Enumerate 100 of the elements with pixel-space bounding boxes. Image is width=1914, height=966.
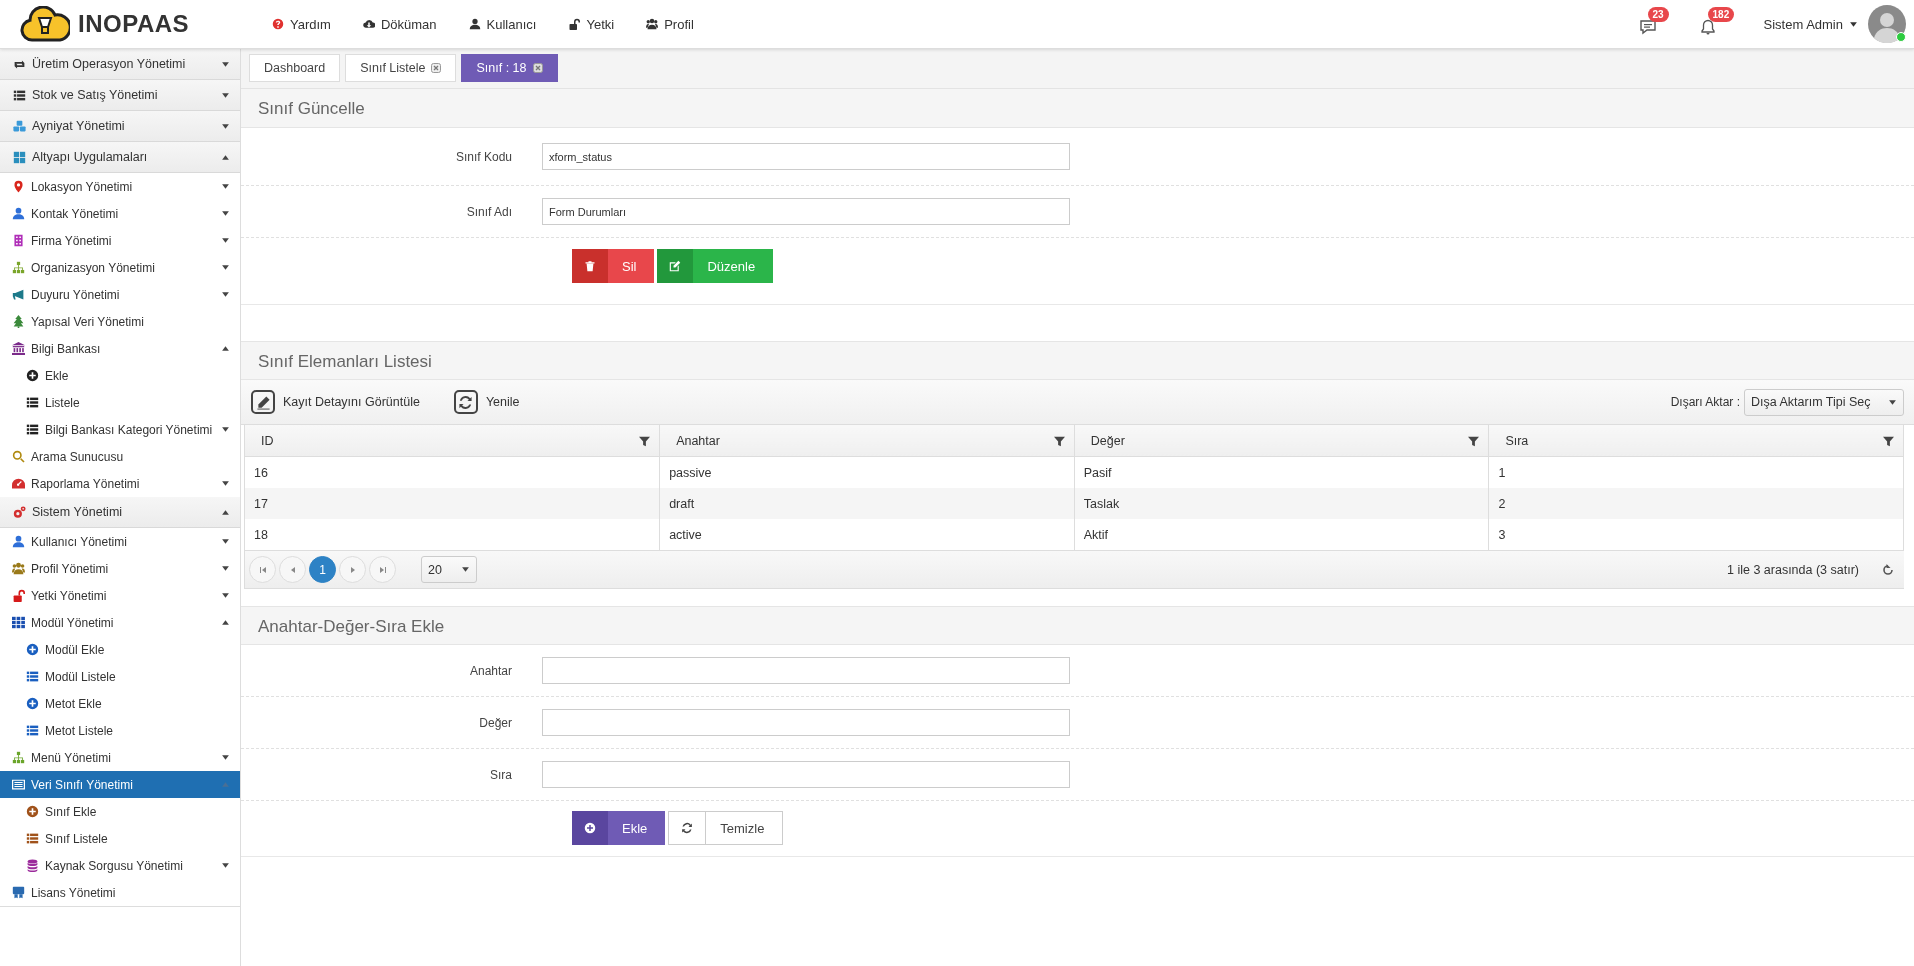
page-button[interactable]: 1 (309, 556, 336, 583)
sidebar-item[interactable]: Metot Listele (0, 717, 240, 744)
clear-button[interactable]: Temizle (668, 811, 784, 845)
input-field[interactable]: Form Durumları (542, 198, 1070, 225)
bank-icon (12, 342, 25, 355)
export-select[interactable]: Dışa Aktarım Tipi Seç (1744, 388, 1904, 416)
page-size-select[interactable]: 20 (421, 556, 477, 583)
sidebar-item[interactable]: Lokasyon Yönetimi (0, 173, 240, 200)
map-pin-icon (12, 180, 25, 193)
sidebar-item[interactable]: Lisans Yönetimi (0, 879, 240, 907)
logo-icon (20, 6, 70, 42)
table-cell: draft (659, 488, 1075, 519)
column-header[interactable]: Değer (1074, 425, 1489, 457)
help-icon (272, 18, 284, 30)
triangle-right-icon (348, 565, 357, 574)
field-label: Değer (478, 715, 513, 730)
sidebar-item[interactable]: Bilgi Bankası Kategori Yönetimi (0, 416, 240, 443)
list-icon (26, 423, 39, 436)
list-icon (26, 724, 39, 737)
tab[interactable]: Sınıf Listele (345, 54, 457, 82)
filter-icon[interactable] (1053, 435, 1065, 447)
sidebar-item[interactable]: Sistem Yönetimi (0, 497, 240, 528)
filter-icon[interactable] (1468, 435, 1480, 447)
users-icon (646, 18, 659, 30)
user-menu[interactable]: Sistem Admin (1763, 16, 1858, 32)
sidebar-item[interactable]: Kontak Yönetimi (0, 200, 240, 227)
close-icon[interactable] (532, 63, 543, 73)
sidebar-item[interactable]: Bilgi Bankası (0, 335, 240, 362)
filter-icon[interactable] (639, 435, 651, 447)
database-icon (26, 859, 39, 872)
sidebar-item[interactable]: Kullanıcı Yönetimi (0, 528, 240, 555)
list-icon (26, 832, 39, 845)
sitemap-icon (12, 261, 25, 274)
caret-down-icon (461, 565, 470, 574)
input-field[interactable]: xform_status (542, 143, 1070, 170)
nav-link[interactable]: Kullanıcı (468, 16, 537, 32)
tree-icon (12, 315, 25, 328)
sidebar-item[interactable]: Altyapı Uygulamaları (0, 142, 240, 173)
column-header[interactable]: ID (245, 425, 660, 457)
chat-icon (1639, 19, 1656, 35)
skip-back-icon (258, 565, 267, 574)
add-button[interactable]: Ekle (572, 811, 666, 845)
sidebar-item[interactable]: Veri Sınıfı Yönetimi (0, 771, 240, 798)
refresh-icon[interactable] (1882, 563, 1894, 576)
sidebar-item[interactable]: Kaynak Sorgusu Yönetimi (0, 852, 240, 879)
column-header[interactable]: Sıra (1488, 425, 1904, 457)
refresh-icon (681, 822, 694, 834)
sidebar-item[interactable]: Yetki Yönetimi (0, 582, 240, 609)
sidebar-item[interactable]: Modül Yönetimi (0, 609, 240, 636)
first-page-button[interactable] (249, 556, 276, 583)
last-page-button[interactable] (369, 556, 396, 583)
tab[interactable]: Dashboard (249, 54, 341, 82)
grid-icon (12, 616, 25, 629)
sidebar-item[interactable]: Firma Yönetimi (0, 227, 240, 254)
refresh-button[interactable]: Yenile (453, 390, 520, 414)
sidebar-item[interactable]: Sınıf Listele (0, 825, 240, 852)
view-details-button[interactable]: Kayıt Detayını Görüntüle (251, 390, 420, 414)
sidebar-item[interactable]: Organizasyon Yönetimi (0, 254, 240, 281)
megaphone-icon (12, 288, 25, 301)
sidebar-item[interactable]: Duyuru Yönetimi (0, 281, 240, 308)
tab[interactable]: Sınıf : 18 (461, 54, 558, 82)
sidebar-item[interactable]: Modül Listele (0, 663, 240, 690)
brand-name: INOPAAS (78, 10, 190, 38)
user-icon (12, 535, 25, 548)
nav-link[interactable]: Yetki (568, 16, 615, 32)
sidebar-item[interactable]: Ayniyat Yönetimi (0, 111, 240, 142)
sidebar-item[interactable]: Listele (0, 389, 240, 416)
sidebar-item[interactable]: Arama Sunucusu (0, 443, 240, 470)
card-icon (12, 778, 25, 791)
gauge-icon (12, 477, 25, 490)
input-field[interactable] (542, 657, 1070, 684)
sidebar-item[interactable]: Sınıf Ekle (0, 798, 240, 825)
search-icon (12, 450, 25, 463)
table-cell: 2 (1488, 488, 1904, 519)
nav-link[interactable]: Profil (646, 16, 694, 32)
delete-button[interactable]: Sil (572, 249, 655, 283)
sidebar-item[interactable]: Ekle (0, 362, 240, 389)
close-icon[interactable] (431, 63, 442, 73)
input-field[interactable] (542, 761, 1070, 788)
nav-link[interactable]: Döküman (362, 16, 437, 32)
panel-title: Sınıf Güncelle (241, 89, 1914, 128)
nav-link[interactable]: Yardım (272, 16, 331, 32)
input-field[interactable] (542, 709, 1070, 736)
list-icon (26, 396, 39, 409)
gears-icon (13, 505, 26, 519)
filter-icon[interactable] (1883, 435, 1894, 447)
sidebar-item[interactable]: Modül Ekle (0, 636, 240, 663)
sidebar-item[interactable]: Raporlama Yönetimi (0, 470, 240, 497)
messages-button[interactable] (1639, 19, 1656, 35)
notifications-button[interactable] (1699, 19, 1716, 35)
sidebar-item[interactable]: Yapısal Veri Yönetimi (0, 308, 240, 335)
sidebar-item[interactable]: Profil Yönetimi (0, 555, 240, 582)
avatar[interactable] (1868, 5, 1906, 43)
cloud-download-icon (362, 18, 375, 30)
sidebar-item[interactable]: Stok ve Satış Yönetimi (0, 80, 240, 111)
sidebar-item[interactable]: Menü Yönetimi (0, 744, 240, 771)
sidebar-item[interactable]: Üretim Operasyon Yönetimi (0, 49, 240, 80)
column-header[interactable]: Anahtar (659, 425, 1075, 457)
sidebar-item[interactable]: Metot Ekle (0, 690, 240, 717)
panel-title: Anahtar-Değer-Sıra Ekle (241, 606, 1914, 645)
